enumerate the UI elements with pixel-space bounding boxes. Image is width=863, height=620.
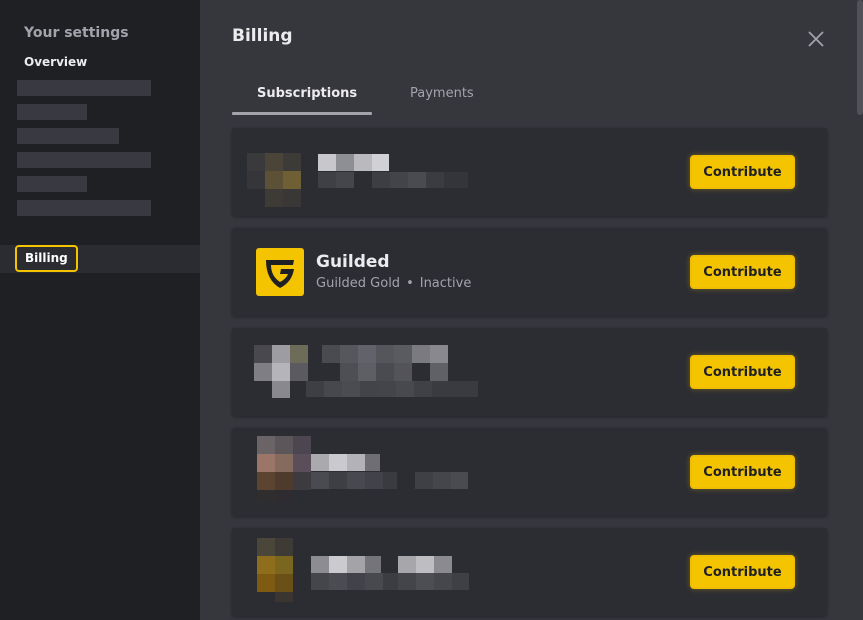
- page-title: Billing: [232, 26, 293, 46]
- sidebar-item-overview[interactable]: Overview: [24, 55, 87, 69]
- subscription-card: Contribute: [232, 428, 827, 516]
- subscription-meta: Guilded Gold • Inactive: [316, 276, 471, 291]
- sidebar-item-redacted[interactable]: [17, 176, 87, 192]
- contribute-button[interactable]: Contribute: [690, 555, 795, 589]
- guilded-logo: [256, 248, 304, 296]
- subscription-status: Inactive: [419, 276, 472, 291]
- settings-sidebar: Your settings Overview Billing: [0, 0, 200, 620]
- separator-dot: •: [406, 276, 414, 291]
- close-button[interactable]: [805, 28, 827, 50]
- sidebar-item-redacted[interactable]: [17, 200, 151, 216]
- subscription-card: Contribute: [232, 328, 827, 416]
- scrollbar[interactable]: [857, 0, 863, 115]
- sidebar-item-redacted[interactable]: [17, 104, 87, 120]
- close-icon: [808, 31, 824, 47]
- sidebar-item-billing[interactable]: Billing: [15, 245, 78, 272]
- sidebar-item-redacted[interactable]: [17, 128, 119, 144]
- subscription-plan: Guilded Gold: [316, 276, 401, 291]
- sidebar-item-redacted[interactable]: [17, 152, 151, 168]
- sidebar-item-redacted[interactable]: [17, 80, 151, 96]
- contribute-button[interactable]: Contribute: [690, 255, 795, 289]
- contribute-button[interactable]: Contribute: [690, 155, 795, 189]
- subscription-card: Contribute: [232, 528, 827, 616]
- tab-payments[interactable]: Payments: [410, 86, 474, 101]
- guilded-logo-icon: [266, 260, 294, 288]
- subscription-card: Guilded Guilded Gold • Inactive Contribute: [232, 228, 827, 316]
- contribute-button[interactable]: Contribute: [690, 455, 795, 489]
- subscription-card: Contribute: [232, 128, 827, 216]
- tab-subscriptions[interactable]: Subscriptions: [257, 86, 357, 101]
- sidebar-heading: Your settings: [24, 25, 129, 41]
- billing-panel: Billing Subscriptions Payments Contribut…: [200, 0, 863, 620]
- contribute-button[interactable]: Contribute: [690, 355, 795, 389]
- active-tab-indicator: [232, 112, 372, 115]
- subscription-name: Guilded: [316, 252, 390, 272]
